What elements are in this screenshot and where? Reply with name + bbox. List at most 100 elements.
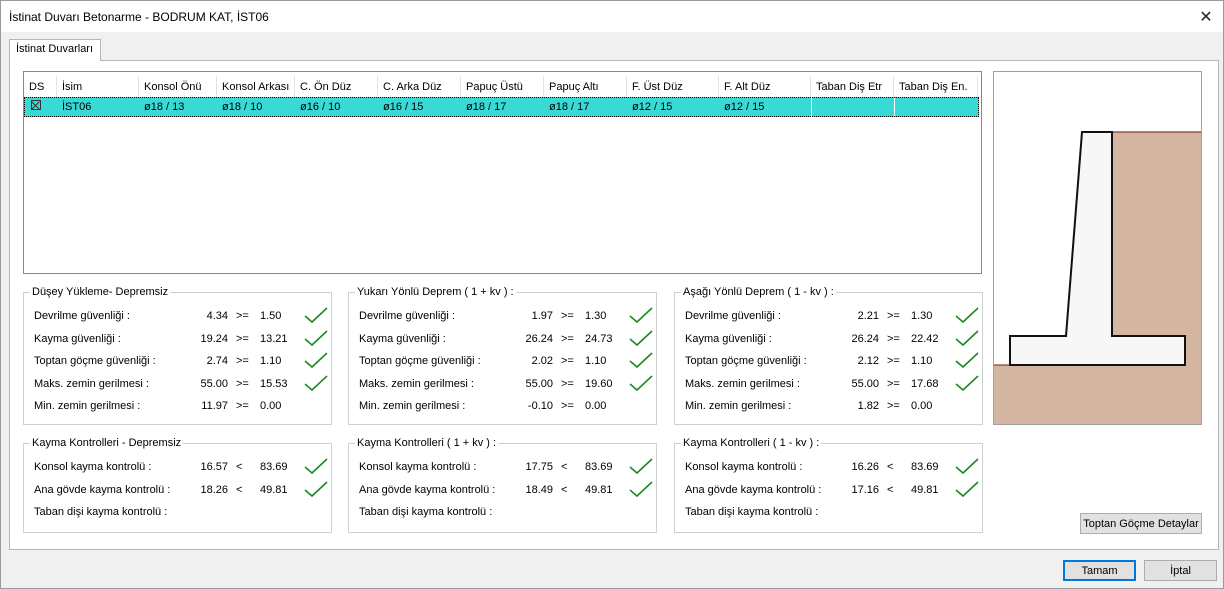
cell-konsol-onu[interactable]: ø18 / 13 — [139, 97, 217, 117]
row-label: Devrilme güvenliği : — [34, 310, 130, 322]
row-value: 17.75 — [525, 461, 553, 473]
column-header[interactable]: Taban Diş En. — [894, 76, 978, 98]
row-value: 17.16 — [851, 483, 879, 496]
column-header[interactable]: Konsol Arkası — [217, 76, 295, 98]
row-value: 4.34 — [206, 310, 228, 322]
row-limit: 83.69 — [585, 461, 613, 473]
check-row: Taban dişi kayma kontrolü : — [685, 504, 985, 520]
cell-name[interactable]: İST06 — [57, 97, 139, 117]
row-limit: 49.81 — [585, 483, 613, 496]
group-yukari: Yukarı Yönlü Deprem ( 1 + kv ) : Devrilme… — [348, 286, 659, 425]
row-label: Maks. zemin gerilmesi : — [359, 377, 474, 390]
row-value: 2.74 — [206, 355, 228, 367]
row-limit: 1.30 — [585, 310, 607, 322]
cell-f-ust-duz[interactable]: ø12 / 15 — [627, 97, 719, 117]
row-operator: >= — [887, 310, 900, 322]
row-label: Min. zemin gerilmesi : — [34, 400, 141, 412]
tab-istinat-duvarlari[interactable]: İstinat Duvarları — [9, 39, 101, 61]
check-mark-icon — [629, 352, 653, 369]
row-label: Konsol kayma kontrolü : — [34, 461, 152, 473]
row-value: 1.82 — [857, 400, 879, 412]
row-label: Taban dişi kayma kontrolü : — [34, 506, 168, 518]
row-operator: < — [887, 461, 894, 473]
row-value: -0.10 — [527, 400, 553, 412]
check-row: Min. zemin gerilmesi : -0.10 >= 0.00 — [359, 398, 659, 414]
cell-taban-dis-etr[interactable] — [811, 97, 894, 117]
check-row: Devrilme güvenliği : 4.34 >= 1.50 — [34, 307, 334, 324]
column-header[interactable]: C. Arka Düz — [378, 76, 461, 98]
row-limit: 1.10 — [585, 355, 607, 367]
check-row: Taban dişi kayma kontrolü : — [359, 504, 659, 520]
row-label: Konsol kayma kontrolü : — [685, 461, 803, 473]
cell-taban-dis-en[interactable] — [894, 97, 978, 117]
check-row: Devrilme güvenliği : 2.21 >= 1.30 — [685, 307, 985, 324]
check-mark-icon — [955, 329, 979, 346]
group-title: Yukarı Yönlü Deprem ( 1 + kv ) : — [355, 286, 516, 298]
row-value: 55.00 — [851, 377, 879, 390]
row-operator: < — [561, 461, 568, 473]
row-operator: >= — [887, 377, 900, 390]
table-row[interactable]: İST06 ø18 / 13 ø18 / 10 ø16 / 10 ø16 / 1… — [24, 97, 979, 117]
group-title: Kayma Kontrolleri ( 1 + kv ) : — [355, 437, 499, 449]
row-limit: 1.10 — [260, 355, 282, 367]
row-label: Maks. zemin gerilmesi : — [34, 377, 149, 390]
row-label: Toptan göçme güvenliği : — [359, 355, 481, 367]
grid-header: DS İsim Konsol Önü Konsol Arkası C. Ön D… — [24, 76, 978, 98]
cell-papuc-alti[interactable]: ø18 / 17 — [544, 97, 627, 117]
row-operator: >= — [561, 355, 574, 367]
walls-grid[interactable]: DS İsim Konsol Önü Konsol Arkası C. Ön D… — [23, 71, 982, 274]
row-operator: < — [561, 483, 568, 496]
group-kayma-depremsiz: Kayma Kontrolleri - Depremsiz Konsol kaym… — [23, 437, 334, 533]
close-button[interactable]: ✕ — [1189, 1, 1223, 32]
check-mark-icon — [304, 374, 328, 391]
toptan-gocme-detaylar-button[interactable]: Toptan Göçme Detaylar — [1080, 513, 1202, 534]
check-mark-icon — [629, 307, 653, 324]
row-value: 16.26 — [851, 461, 879, 473]
cell-papuc-ustu[interactable]: ø18 / 17 — [461, 97, 544, 117]
cell-c-arka-duz[interactable]: ø16 / 15 — [378, 97, 461, 117]
check-row: Toptan göçme güvenliği : 2.74 >= 1.10 — [34, 352, 334, 369]
column-header[interactable]: Papuç Altı — [544, 76, 627, 98]
check-mark-icon — [304, 329, 328, 346]
close-icon: ✕ — [1199, 8, 1213, 26]
cell-c-on-duz[interactable]: ø16 / 10 — [295, 97, 378, 117]
column-header[interactable]: DS — [24, 76, 57, 98]
ok-button[interactable]: Tamam — [1063, 560, 1136, 581]
group-title: Kayma Kontrolleri ( 1 - kv ) : — [681, 437, 822, 449]
row-label: Toptan göçme güvenliği : — [685, 355, 807, 367]
column-header[interactable]: Konsol Önü — [139, 76, 217, 98]
row-operator: >= — [561, 400, 574, 412]
column-header[interactable]: İsim — [57, 76, 139, 98]
column-header[interactable]: Papuç Üstü — [461, 76, 544, 98]
cancel-button[interactable]: İptal — [1144, 560, 1217, 581]
column-header[interactable]: F. Alt Düz — [719, 76, 811, 98]
check-row: Toptan göçme güvenliği : 2.12 >= 1.10 — [685, 352, 985, 369]
row-limit: 1.50 — [260, 310, 282, 322]
row-value: 26.24 — [525, 332, 553, 345]
column-header[interactable]: C. Ön Düz — [295, 76, 378, 98]
row-limit: 1.10 — [911, 355, 933, 367]
row-operator: >= — [236, 377, 249, 390]
row-value: 55.00 — [200, 377, 228, 390]
column-header[interactable]: Taban Diş Etr — [811, 76, 894, 98]
row-limit: 19.60 — [585, 377, 613, 390]
dialog-window: İstinat Duvarı Betonarme - BODRUM KAT, İ… — [0, 0, 1224, 589]
cell-f-alt-duz[interactable]: ø12 / 15 — [719, 97, 811, 117]
row-value: 18.49 — [525, 483, 553, 496]
check-row: Kayma güvenliği : 26.24 >= 24.73 — [359, 329, 659, 347]
cell-konsol-arkasi[interactable]: ø18 / 10 — [217, 97, 295, 117]
row-value: 18.26 — [200, 483, 228, 496]
check-mark-icon — [629, 374, 653, 391]
check-mark-icon — [955, 307, 979, 324]
check-row: Ana gövde kayma kontrolü : 18.26 <49.81 — [34, 480, 334, 498]
row-operator: < — [887, 483, 894, 496]
row-label: Taban dişi kayma kontrolü : — [359, 506, 493, 518]
row-operator: >= — [236, 332, 249, 345]
checked-box-icon[interactable] — [31, 100, 41, 110]
row-operator: >= — [236, 310, 249, 322]
row-limit: 0.00 — [260, 400, 282, 412]
check-row: Konsol kayma kontrolü : 17.75 <83.69 — [359, 458, 659, 475]
column-header[interactable]: F. Üst Düz — [627, 76, 719, 98]
ds-cell[interactable] — [24, 97, 57, 117]
row-label: Kayma güvenliği : — [34, 332, 121, 345]
